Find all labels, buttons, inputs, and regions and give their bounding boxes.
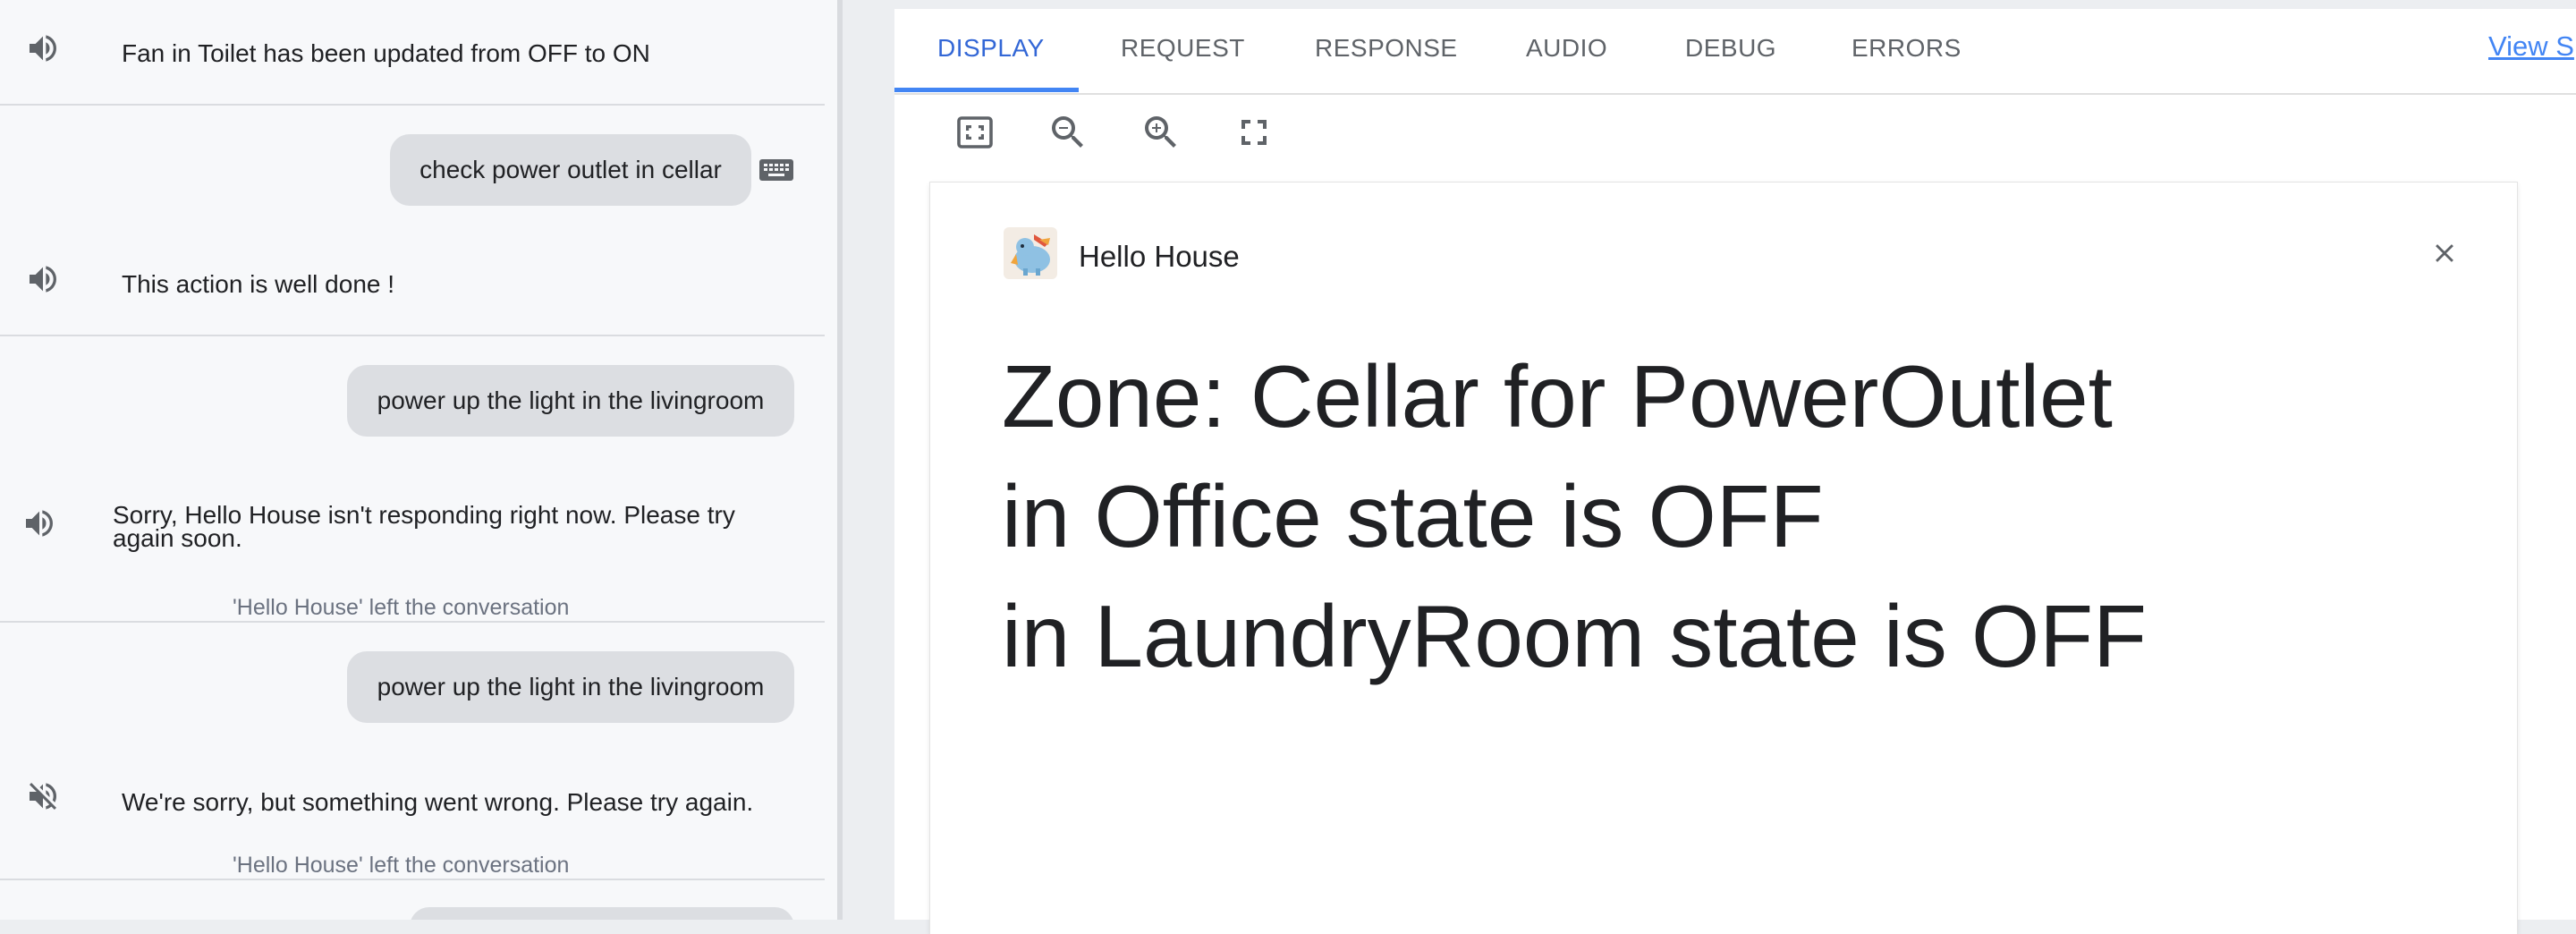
speaker-icon[interactable] bbox=[23, 30, 63, 66]
display-line: Zone: Cellar for PowerOutlet bbox=[1002, 347, 2113, 446]
zoom-in-icon[interactable] bbox=[1140, 111, 1182, 154]
user-message-bubble[interactable] bbox=[410, 907, 794, 920]
active-tab-indicator bbox=[894, 88, 1079, 92]
user-message-bubble[interactable]: power up the light in the livingroom bbox=[347, 365, 794, 437]
view-link[interactable]: View S bbox=[2488, 30, 2574, 63]
assistant-message: Fan in Toilet has been updated from OFF … bbox=[122, 39, 650, 67]
speaker-icon[interactable] bbox=[23, 261, 63, 297]
tab-bar: DISPLAY REQUEST RESPONSE AUDIO DEBUG ERR… bbox=[894, 9, 2576, 95]
tab-display[interactable]: DISPLAY bbox=[937, 34, 1045, 63]
app-name: Hello House bbox=[1079, 240, 1240, 273]
conversation-note: 'Hello House' left the conversation bbox=[233, 853, 570, 878]
user-message-bubble[interactable]: power up the light in the livingroom bbox=[347, 651, 794, 723]
tab-response[interactable]: RESPONSE bbox=[1315, 34, 1458, 63]
user-message-bubble[interactable]: check power outlet in cellar bbox=[390, 134, 751, 206]
fit-screen-icon[interactable] bbox=[953, 111, 996, 154]
speaker-muted-icon[interactable] bbox=[23, 778, 63, 814]
assistant-message: Sorry, Hello House isn't responding righ… bbox=[113, 501, 735, 552]
keyboard-icon bbox=[758, 158, 794, 182]
tab-debug[interactable]: DEBUG bbox=[1685, 34, 1776, 63]
divider bbox=[0, 621, 825, 623]
display-line: in Office state is OFF bbox=[1002, 467, 1824, 565]
tab-request[interactable]: REQUEST bbox=[1121, 34, 1245, 63]
divider bbox=[0, 104, 825, 106]
speaker-icon[interactable] bbox=[20, 505, 59, 541]
assistant-message: We're sorry, but something went wrong. P… bbox=[122, 788, 754, 816]
simulator-panel: DISPLAY REQUEST RESPONSE AUDIO DEBUG ERR… bbox=[894, 9, 2576, 934]
panel-divider[interactable] bbox=[837, 0, 843, 920]
zoom-out-icon[interactable] bbox=[1046, 111, 1089, 154]
divider bbox=[0, 879, 825, 880]
assistant-message: This action is well done ! bbox=[122, 270, 395, 298]
conversation-note: 'Hello House' left the conversation bbox=[233, 595, 570, 620]
tab-audio[interactable]: AUDIO bbox=[1526, 34, 1607, 63]
display-line: in LaundryRoom state is OFF bbox=[1002, 587, 2147, 685]
app-logo-icon bbox=[1004, 227, 1057, 279]
conversation-panel[interactable]: Fan in Toilet has been updated from OFF … bbox=[0, 0, 837, 920]
tab-errors[interactable]: ERRORS bbox=[1852, 34, 1962, 63]
close-icon[interactable] bbox=[2429, 238, 2460, 268]
fullscreen-icon[interactable] bbox=[1233, 111, 1275, 154]
display-text: Zone: Cellar for PowerOutlet in Office s… bbox=[1002, 336, 2469, 696]
divider bbox=[0, 335, 825, 336]
response-card: Hello House Zone: Cellar for PowerOutlet… bbox=[930, 183, 2517, 934]
